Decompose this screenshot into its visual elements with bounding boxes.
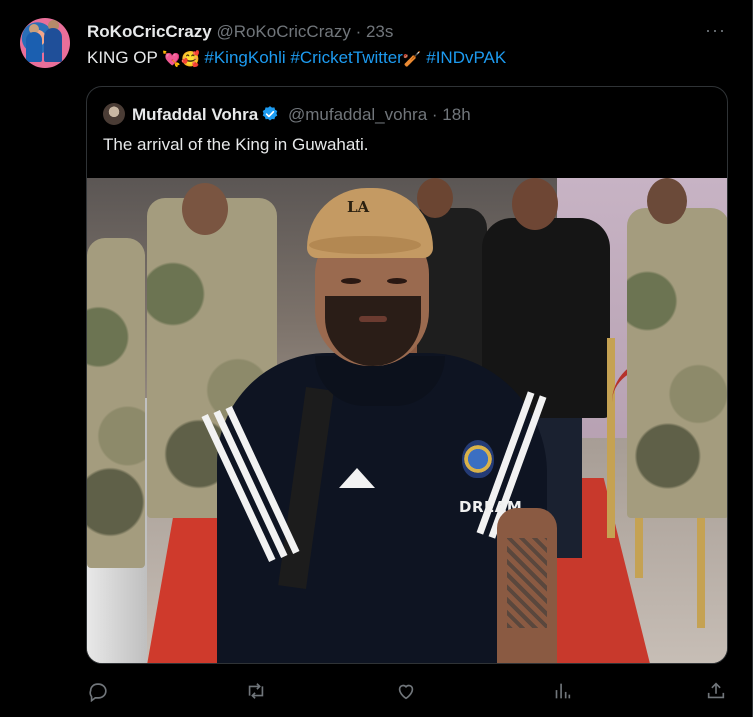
tweet-actions-bar [0, 672, 753, 712]
bcci-crest-icon [462, 440, 494, 478]
reply-icon[interactable] [87, 680, 109, 703]
hashtag-indvpak[interactable]: #INDvPAK [426, 48, 506, 67]
quoted-tweet-header: Mufaddal Vohra @mufaddal_vohra · 18h [132, 105, 471, 125]
smiling-hearts-emoji: 🥰 [180, 51, 200, 68]
tweet-text-prefix: KING OP [87, 48, 158, 67]
quoted-tweet-photo[interactable]: LA DREAM [87, 178, 727, 663]
views-icon[interactable] [551, 680, 573, 702]
author-avatar[interactable] [20, 18, 70, 68]
quoted-author-avatar[interactable] [103, 103, 125, 125]
quoted-timestamp[interactable]: 18h [442, 105, 470, 124]
adidas-logo-icon [339, 468, 375, 488]
retweet-icon[interactable] [245, 680, 267, 702]
heart-arrow-emoji: 💘 [162, 51, 181, 68]
tweet-text: KING OP 💘🥰 #KingKohli #CricketTwitter🏏 #… [87, 48, 506, 68]
tweet-header: RoKoCricCrazy @RoKoCricCrazy · 23s [87, 22, 393, 42]
separator-dot: · [355, 22, 362, 41]
author-handle[interactable]: @RoKoCricCrazy [216, 22, 350, 41]
hashtag-kingkohli[interactable]: #KingKohli [204, 48, 285, 67]
quoted-author-handle[interactable]: @mufaddal_vohra [288, 105, 427, 124]
author-name[interactable]: RoKoCricCrazy [87, 22, 212, 41]
verified-badge-icon [262, 106, 278, 121]
quoted-tweet[interactable]: Mufaddal Vohra @mufaddal_vohra · 18h The… [86, 86, 728, 664]
cap-logo: LA [347, 198, 370, 216]
tweet-timestamp[interactable]: 23s [366, 22, 393, 41]
share-icon[interactable] [705, 680, 727, 702]
like-icon[interactable] [395, 680, 417, 702]
quoted-tweet-text: The arrival of the King in Guwahati. [103, 135, 369, 154]
more-options-icon[interactable]: ··· [705, 20, 726, 41]
quoted-separator-dot: · [431, 105, 438, 124]
tweet[interactable]: RoKoCricCrazy @RoKoCricCrazy · 23s ··· K… [0, 0, 753, 717]
cricket-emoji: 🏏 [402, 51, 422, 68]
quoted-author-name[interactable]: Mufaddal Vohra [132, 105, 258, 124]
hashtag-crickettwitter[interactable]: #CricketTwitter [290, 48, 402, 67]
